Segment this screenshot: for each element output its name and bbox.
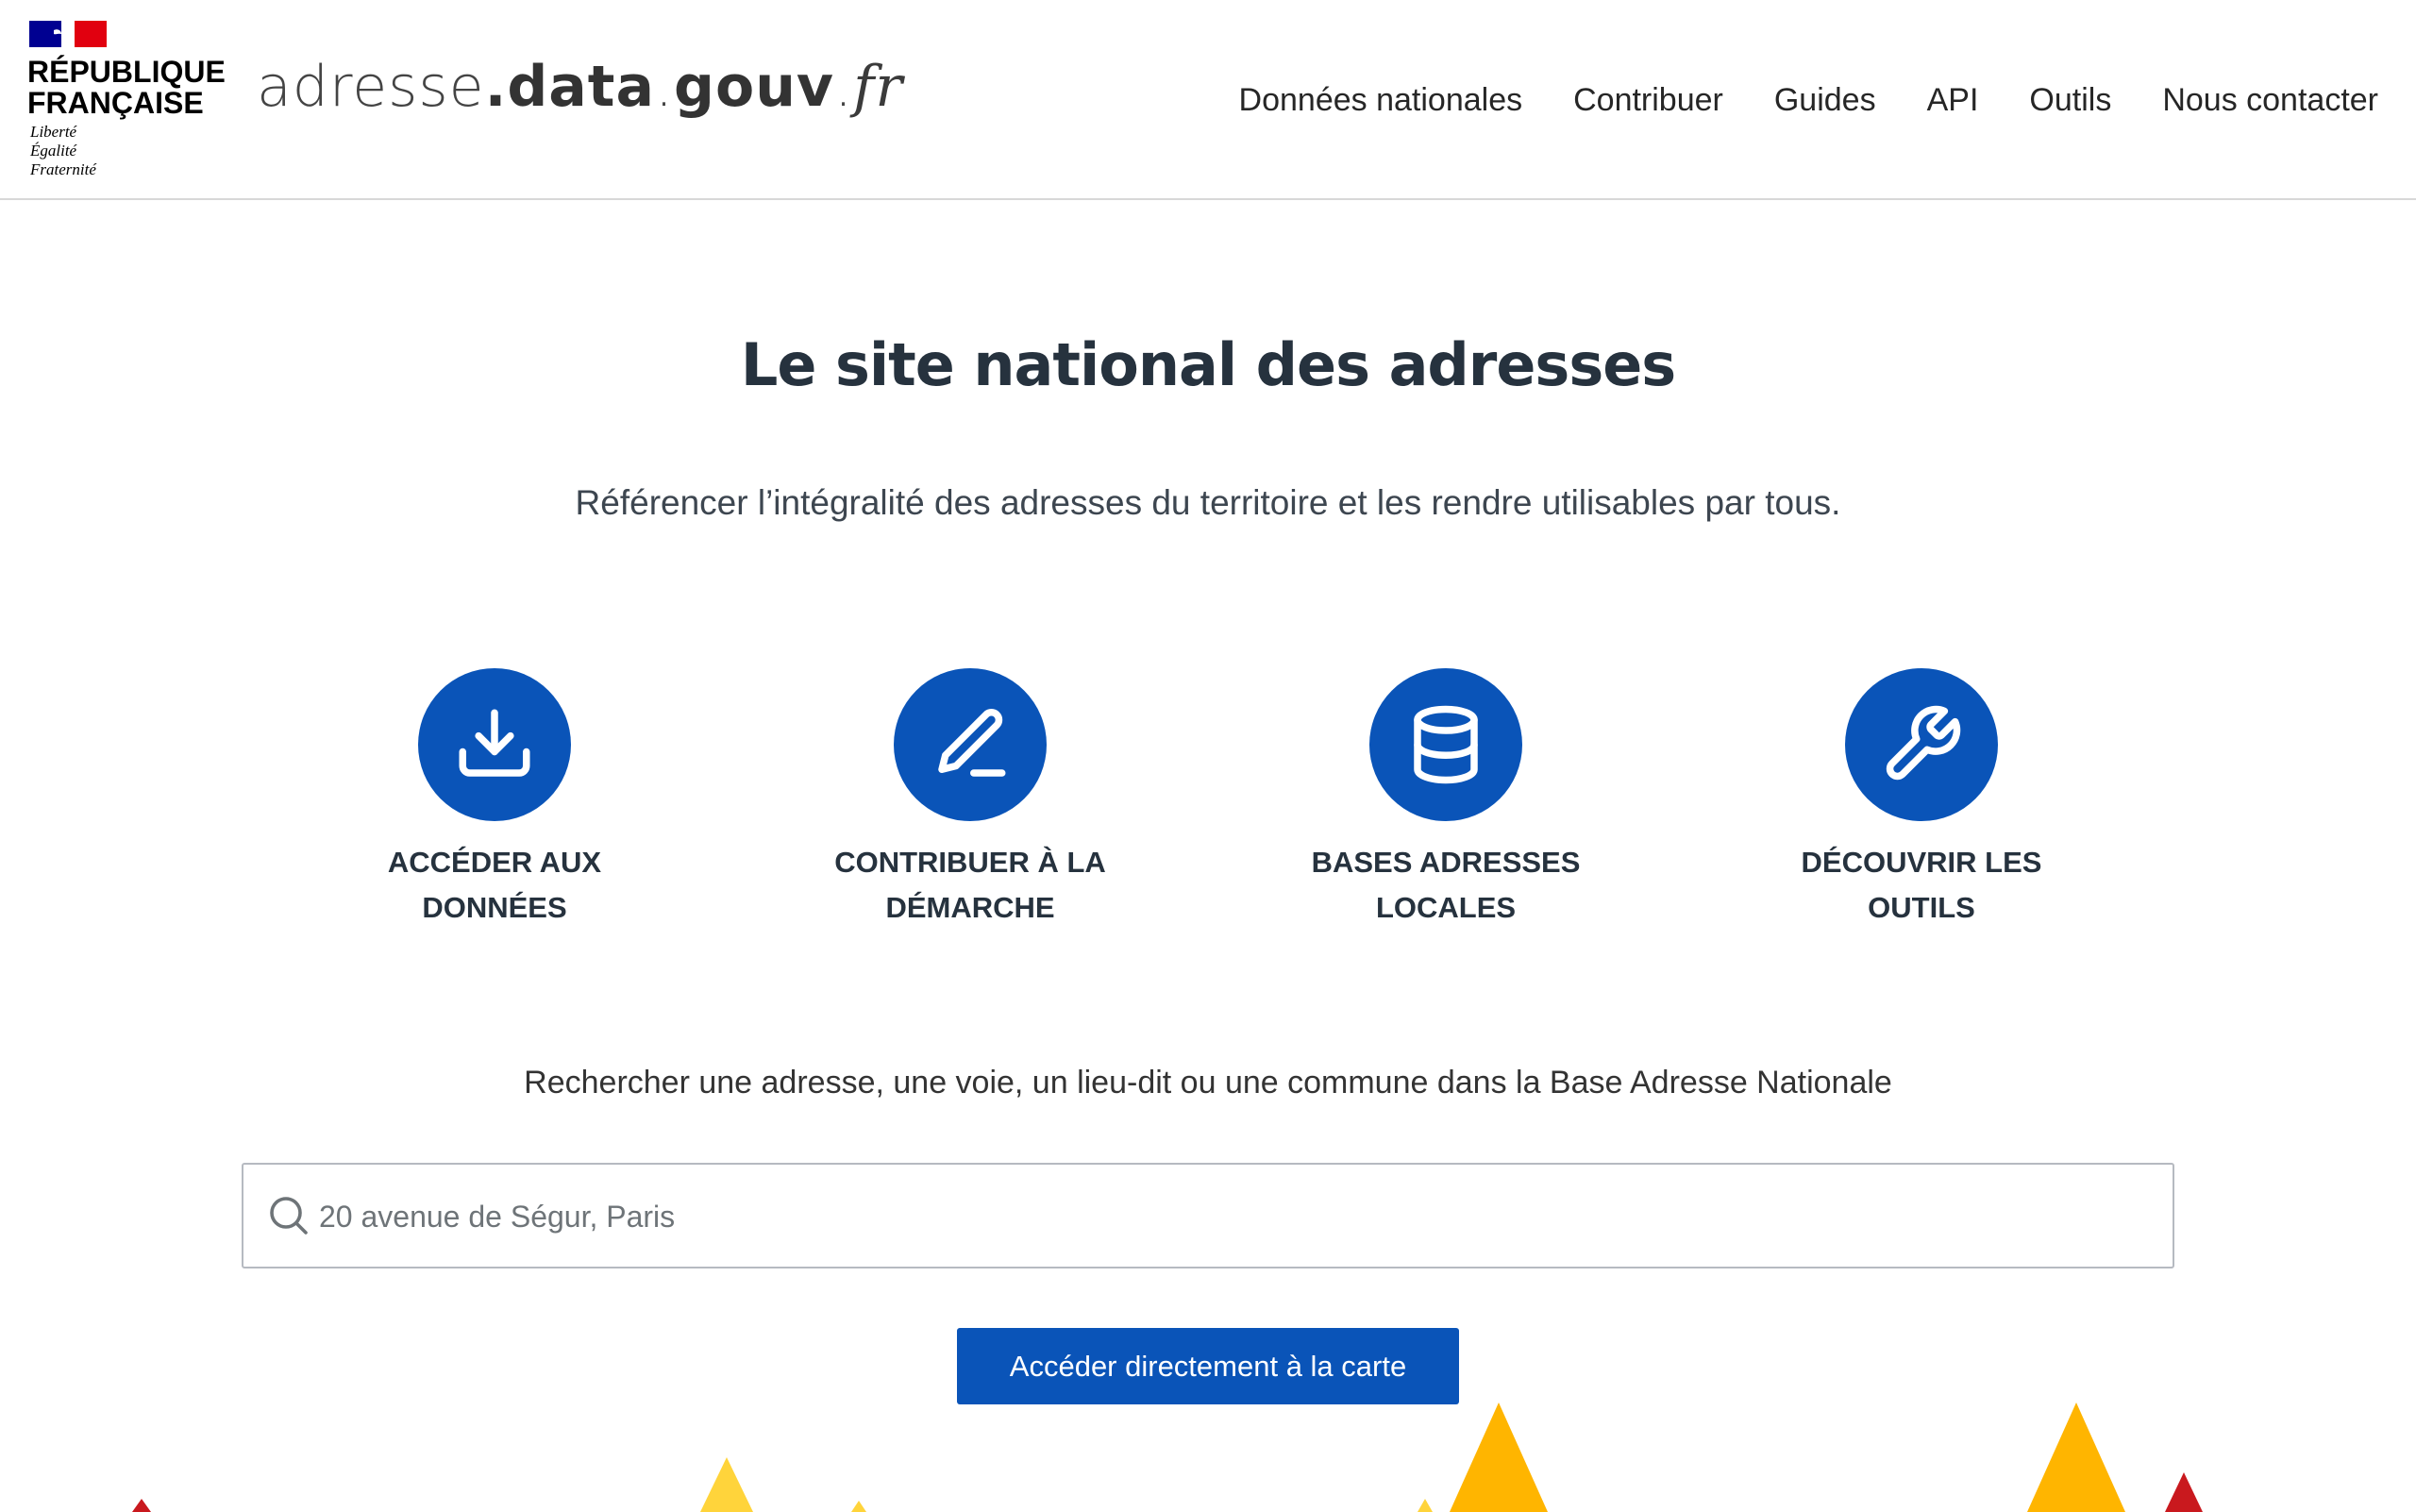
devise-liberte: Liberté	[30, 123, 77, 141]
nav-item-contribuer[interactable]: Contribuer	[1548, 74, 1749, 126]
rf-line-1: RÉPUBLIQUE	[27, 55, 226, 89]
site-header: RÉPUBLIQUE FRANÇAISE Liberté Égalité Fra…	[0, 0, 2416, 200]
card-label: BASES ADRESSES LOCALES	[1311, 846, 1581, 924]
site-name-dot: .	[484, 54, 508, 120]
decorative-triangle	[851, 1501, 866, 1512]
search-title: Rechercher une adresse, une voie, un lie…	[524, 1065, 1892, 1100]
devise-egalite: Égalité	[30, 142, 77, 160]
devise: Liberté Égalité Fraternité	[30, 123, 162, 179]
card-decouvrir-outils[interactable]: DÉCOUVRIR LES OUTILS	[1723, 668, 2120, 931]
pencil-icon	[894, 668, 1047, 821]
site-name-fr: fr	[853, 54, 904, 120]
nav-item-guides[interactable]: Guides	[1749, 74, 1902, 126]
decorative-triangle	[2027, 1403, 2125, 1512]
card-label: DÉCOUVRIR LES OUTILS	[1801, 846, 2042, 924]
site-name-dot: .	[834, 54, 854, 120]
nav-item-donnees-nationales[interactable]: Données nationales	[1214, 74, 1549, 126]
rf-line-2: FRANÇAISE	[27, 86, 204, 120]
republique-francaise-text: RÉPUBLIQUE FRANÇAISE	[27, 55, 226, 120]
nav-item-nous-contacter[interactable]: Nous contacter	[2137, 74, 2378, 126]
card-bases-adresses-locales[interactable]: BASES ADRESSES LOCALES	[1248, 668, 1644, 931]
database-icon	[1369, 668, 1522, 821]
nav-item-api[interactable]: API	[1902, 74, 2005, 126]
card-label: CONTRIBUER À LA DÉMARCHE	[834, 846, 1106, 924]
search-box	[242, 1163, 2174, 1268]
devise-fraternite: Fraternité	[30, 160, 96, 178]
site-name-dot: .	[654, 54, 675, 120]
page-title: Le site national des adresses	[740, 330, 1676, 399]
site-name-logo[interactable]: adresse.data.gouv.fr	[257, 49, 903, 125]
main-nav: Données nationales Contribuer Guides API…	[1214, 74, 2378, 126]
site-name-gouv: gouv	[674, 54, 835, 120]
search-input[interactable]	[317, 1165, 2114, 1268]
decorative-triangle	[700, 1457, 753, 1512]
decorative-triangle	[2165, 1472, 2203, 1512]
site-name-adresse: adresse	[257, 54, 485, 120]
card-acceder-donnees[interactable]: ACCÉDER AUX DONNÉES	[296, 668, 693, 931]
search-icon	[270, 1197, 308, 1235]
nav-item-outils[interactable]: Outils	[2004, 74, 2137, 126]
download-icon	[418, 668, 571, 821]
map-access-button[interactable]: Accéder directement à la carte	[957, 1328, 1459, 1404]
wrench-icon	[1845, 668, 1998, 821]
page-subtitle: Référencer l’intégralité des adresses du…	[575, 483, 1841, 522]
card-label: ACCÉDER AUX DONNÉES	[387, 846, 602, 924]
card-contribuer[interactable]: CONTRIBUER À LA DÉMARCHE	[772, 668, 1168, 931]
site-name-data: data	[507, 54, 655, 120]
decorative-triangle	[1450, 1403, 1548, 1512]
marianne-flag-icon	[29, 19, 107, 49]
